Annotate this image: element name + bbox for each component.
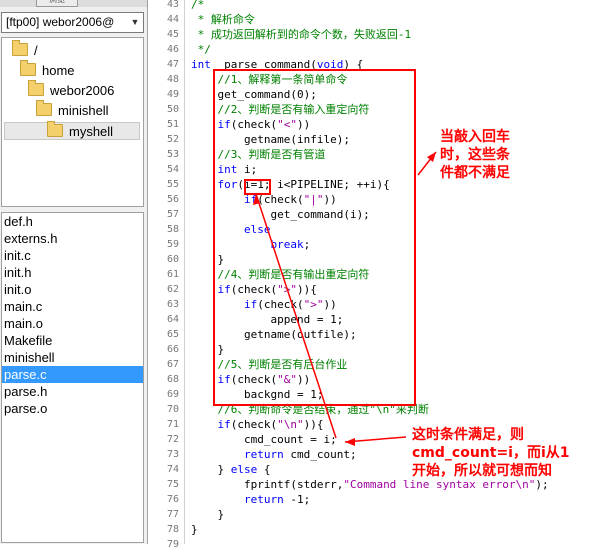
annotation-note-1: 当敲入回车 时，这些条 件都不满足 bbox=[440, 129, 510, 181]
tree-node-home[interactable]: home bbox=[20, 60, 75, 80]
tree-node-label: myshell bbox=[69, 124, 114, 139]
tree-node-label: webor2006 bbox=[50, 83, 115, 98]
file-item[interactable]: parse.c bbox=[2, 366, 143, 383]
tree-node-label: home bbox=[42, 63, 75, 78]
file-item[interactable]: parse.h bbox=[2, 383, 143, 400]
tab-browse[interactable]: 浏览 bbox=[36, 0, 78, 7]
arrowhead-3 bbox=[345, 438, 355, 446]
file-item[interactable]: externs.h bbox=[2, 230, 143, 247]
file-item[interactable]: init.h bbox=[2, 264, 143, 281]
folder-icon bbox=[20, 60, 36, 76]
tree-node-[interactable]: / bbox=[12, 40, 38, 60]
site-select[interactable]: [ftp00] webor2006@ ▼ bbox=[1, 12, 144, 33]
file-item[interactable]: minishell bbox=[2, 349, 143, 366]
tree-node-webor2006[interactable]: webor2006 bbox=[28, 80, 115, 100]
file-browser-panel: 浏览 [ftp00] webor2006@ ▼ / home webor2006 mi… bbox=[0, 0, 148, 544]
file-item[interactable]: main.c bbox=[2, 298, 143, 315]
folder-icon bbox=[28, 80, 44, 96]
arrow-line-2 bbox=[255, 193, 337, 439]
file-item[interactable]: parse.o bbox=[2, 400, 143, 417]
file-item[interactable]: init.o bbox=[2, 281, 143, 298]
site-select-value: [ftp00] webor2006@ bbox=[6, 15, 115, 29]
directory-tree: / home webor2006 minishell myshell bbox=[1, 37, 144, 207]
tree-node-myshell[interactable]: myshell bbox=[4, 121, 140, 140]
file-item[interactable]: main.o bbox=[2, 315, 143, 332]
arrowhead-1 bbox=[427, 152, 436, 162]
folder-icon bbox=[12, 40, 28, 56]
folder-icon bbox=[47, 121, 63, 137]
tree-node-label: / bbox=[34, 43, 38, 58]
chevron-down-icon[interactable]: ▼ bbox=[127, 13, 143, 32]
file-item[interactable]: init.c bbox=[2, 247, 143, 264]
annotation-note-2: 这时条件满足，则 cmd_count=i，而i从1 开始，所以就可想而知 bbox=[412, 427, 570, 479]
file-item[interactable]: Makefile bbox=[2, 332, 143, 349]
highlight-box bbox=[213, 69, 416, 406]
tree-node-label: minishell bbox=[58, 103, 109, 118]
i-equals-1-box bbox=[244, 179, 271, 195]
file-list: def.h externs.h init.c init.h init.o main.c ma… bbox=[1, 212, 144, 543]
file-item[interactable]: def.h bbox=[2, 213, 143, 230]
panel-tabstrip: 浏览 bbox=[0, 0, 147, 7]
folder-icon bbox=[36, 100, 52, 116]
code-editor[interactable]: 43/* 44 * 解析命令 45 * 成功返回解析到的命令个数，失败返回-1 46 … bbox=[148, 0, 601, 550]
tree-node-minishell[interactable]: minishell bbox=[36, 100, 109, 120]
